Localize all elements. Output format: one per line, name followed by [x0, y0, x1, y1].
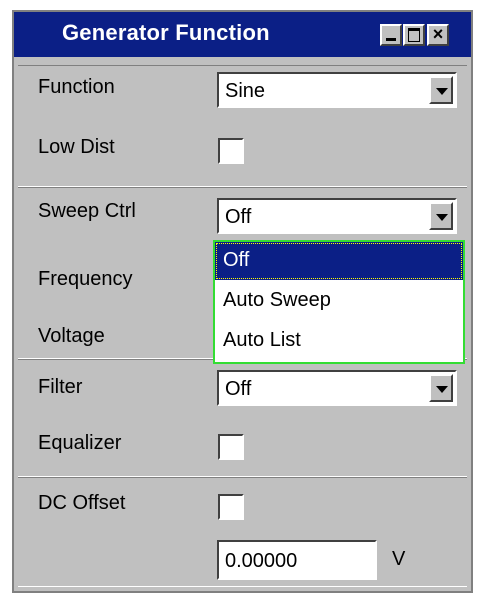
sweep-ctrl-select[interactable]: Off	[217, 198, 457, 234]
sweep-ctrl-dropdown-list: Off Auto Sweep Auto List	[213, 240, 465, 364]
low-dist-checkbox[interactable]	[218, 138, 244, 164]
filter-section: Filter Off Equalizer	[18, 359, 467, 477]
dropdown-option-auto-list[interactable]: Auto List	[215, 322, 463, 360]
function-select[interactable]: Sine	[217, 72, 457, 108]
function-section: Function Sine Low Dist	[18, 65, 467, 187]
sweep-ctrl-label: Sweep Ctrl	[38, 200, 136, 222]
dc-offset-section: DC Offset 0.00000 V	[18, 477, 467, 587]
close-button[interactable]: ×	[427, 24, 449, 46]
title-bar[interactable]: Generator Function ×	[14, 12, 471, 57]
filter-label: Filter	[38, 376, 83, 398]
function-dropdown-arrow[interactable]	[429, 76, 453, 104]
function-select-value: Sine	[225, 80, 266, 102]
sweep-ctrl-dropdown-arrow[interactable]	[429, 202, 453, 230]
dropdown-option-off[interactable]: Off	[215, 242, 463, 280]
dc-offset-value-field[interactable]: 0.00000	[217, 540, 377, 580]
dropdown-option-auto-sweep[interactable]: Auto Sweep	[215, 282, 463, 320]
window-title: Generator Function	[62, 20, 270, 45]
filter-select[interactable]: Off	[217, 370, 457, 406]
dc-offset-checkbox[interactable]	[218, 494, 244, 520]
dc-offset-label: DC Offset	[38, 492, 126, 514]
voltage-label: Voltage	[38, 325, 105, 347]
dc-offset-unit: V	[392, 548, 406, 570]
minimize-button[interactable]	[380, 24, 402, 46]
filter-dropdown-arrow[interactable]	[429, 374, 453, 402]
filter-select-value: Off	[225, 378, 252, 400]
maximize-button[interactable]	[403, 24, 425, 46]
sweep-ctrl-select-value: Off	[225, 206, 252, 228]
equalizer-label: Equalizer	[38, 432, 122, 454]
function-label: Function	[38, 76, 115, 98]
generator-function-window: Generator Function × Function Sine Low D…	[12, 10, 473, 593]
low-dist-label: Low Dist	[38, 136, 115, 158]
equalizer-checkbox[interactable]	[218, 434, 244, 460]
frequency-label: Frequency	[38, 268, 133, 290]
